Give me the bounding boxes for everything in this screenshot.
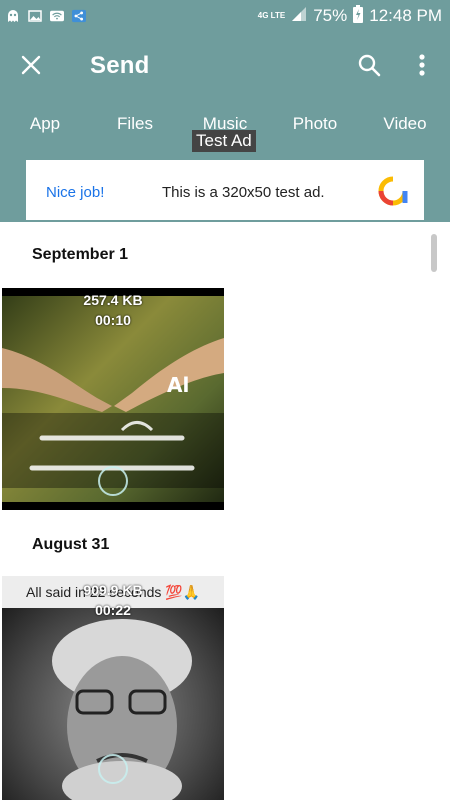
search-icon[interactable] xyxy=(356,52,382,78)
wifi-icon xyxy=(50,9,64,23)
video-list: September 1 Al 257.4 KB 00:10 August 31 … xyxy=(0,222,450,800)
tab-app[interactable]: App xyxy=(0,114,90,134)
video-duration: 00:10 xyxy=(95,312,131,328)
tab-photo[interactable]: Photo xyxy=(270,114,360,134)
play-icon xyxy=(98,466,128,496)
date-header: September 1 xyxy=(32,246,129,263)
video-thumbnail[interactable]: All said in 22 seconds 💯🙏 909.9 KB 00:22 xyxy=(2,576,224,800)
clock: 12:48 PM xyxy=(369,6,442,25)
ghost-icon xyxy=(6,9,20,23)
tab-files[interactable]: Files xyxy=(90,114,180,134)
ad-logo-icon xyxy=(378,176,408,206)
date-header: August 31 xyxy=(32,536,110,553)
ad-nice-text: Nice job! xyxy=(46,184,105,201)
tab-video[interactable]: Video xyxy=(360,114,450,134)
svg-text:Al: Al xyxy=(167,373,189,397)
play-icon xyxy=(98,754,128,784)
status-bar: 4G LTE 75% 12:48 PM xyxy=(0,0,450,32)
battery-icon xyxy=(353,4,364,28)
ad-description: This is a 320x50 test ad. xyxy=(162,184,325,201)
video-info: 257.4 KB 00:10 xyxy=(2,290,224,330)
scrollbar[interactable] xyxy=(431,234,437,272)
video-info: 909.9 KB 00:22 xyxy=(2,580,224,620)
image-icon xyxy=(28,9,42,23)
app-bar: Send App Files Music Photo Video Nice jo… xyxy=(0,32,450,222)
video-duration: 00:22 xyxy=(95,602,131,618)
more-vert-icon[interactable] xyxy=(410,52,434,78)
video-size: 257.4 KB xyxy=(83,292,143,308)
share-icon xyxy=(72,9,86,23)
video-size: 909.9 KB xyxy=(83,582,143,598)
page-title: Send xyxy=(90,52,150,79)
signal-icon xyxy=(291,6,307,27)
test-ad-label: Test Ad xyxy=(192,130,256,152)
close-icon[interactable] xyxy=(18,52,44,78)
ad-banner[interactable]: Nice job! This is a 320x50 test ad. xyxy=(26,160,424,220)
video-thumbnail[interactable]: Al 257.4 KB 00:10 xyxy=(2,288,224,510)
battery-percentage: 75% xyxy=(313,6,348,25)
network-indicator: 4G LTE xyxy=(257,11,286,20)
